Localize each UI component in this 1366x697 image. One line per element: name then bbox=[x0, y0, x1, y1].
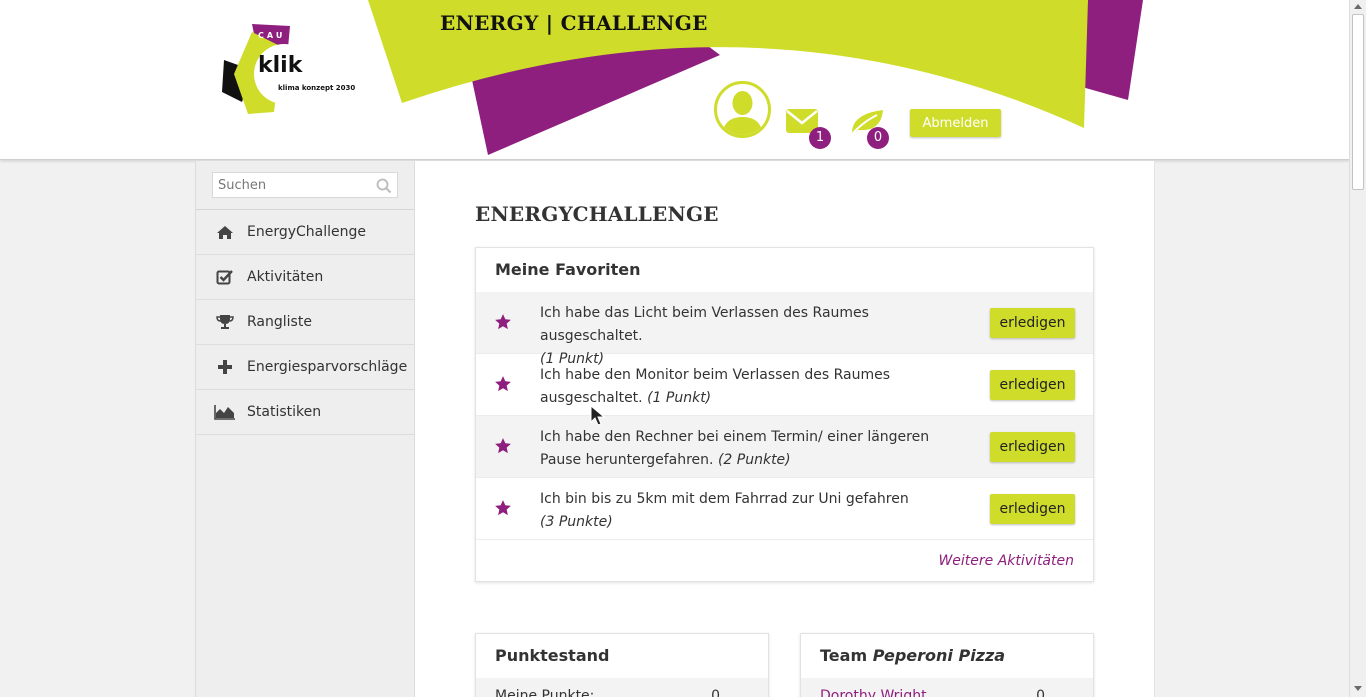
team-name: Peperoni Pizza bbox=[872, 646, 1006, 665]
logo-cau-text: CAU bbox=[258, 31, 286, 40]
trophy-icon bbox=[214, 313, 236, 331]
user-silhouette-icon bbox=[722, 91, 763, 135]
favorites-list: Ich habe das Licht beim Verlassen des Ra… bbox=[476, 292, 1093, 540]
site-header: CAU klik klima konzept 2030 ENERGY | CHA… bbox=[0, 0, 1350, 160]
scroll-down-arrow-icon[interactable] bbox=[1354, 686, 1362, 691]
team-title: Team Peperoni Pizza bbox=[820, 646, 1005, 665]
page-scrollbar[interactable] bbox=[1349, 0, 1366, 697]
star-icon[interactable] bbox=[494, 313, 512, 331]
complete-button[interactable]: erledigen bbox=[990, 308, 1075, 338]
favorite-text: Ich habe den Monitor beim Verlassen des … bbox=[540, 364, 970, 410]
user-avatar[interactable] bbox=[714, 81, 771, 138]
sidebar-item-label: Statistiken bbox=[247, 404, 322, 420]
logo-name: klik bbox=[258, 53, 303, 78]
search-input[interactable] bbox=[213, 173, 373, 197]
favorite-points: (3 Punkte) bbox=[540, 514, 613, 530]
star-icon[interactable] bbox=[494, 437, 512, 455]
team-card: Team Peperoni Pizza Dorothy Wright 0 bbox=[800, 633, 1094, 697]
sidebar-item-aktivitaeten[interactable]: Aktivitäten bbox=[196, 255, 414, 300]
sidebar-nav: EnergyChallenge Aktivitäten Rangliste En… bbox=[196, 210, 414, 435]
leaves-count-badge: 0 bbox=[867, 127, 889, 149]
favorite-text: Ich bin bis zu 5km mit dem Fahrrad zur U… bbox=[540, 488, 970, 534]
points-row: Meine Punkte: 0 bbox=[476, 678, 768, 697]
search-icon[interactable] bbox=[376, 178, 392, 194]
points-card: Punktestand Meine Punkte: 0 bbox=[475, 633, 769, 697]
search-box bbox=[212, 172, 398, 198]
complete-button[interactable]: erledigen bbox=[990, 432, 1075, 462]
sidebar-item-statistiken[interactable]: Statistiken bbox=[196, 390, 414, 435]
sidebar: EnergyChallenge Aktivitäten Rangliste En… bbox=[195, 161, 415, 697]
favorite-points: (2 Punkte) bbox=[717, 452, 791, 468]
messages-count-badge: 1 bbox=[809, 127, 831, 149]
sidebar-item-label: Rangliste bbox=[247, 314, 312, 330]
favorites-title: Meine Favoriten bbox=[495, 260, 641, 279]
team-member-link[interactable]: Dorothy Wright bbox=[820, 688, 927, 697]
favorite-item: Ich habe das Licht beim Verlassen des Ra… bbox=[476, 292, 1093, 367]
points-value: 0 bbox=[711, 688, 720, 697]
sidebar-item-rangliste[interactable]: Rangliste bbox=[196, 300, 414, 345]
favorite-description: Ich habe den Monitor beim Verlassen des … bbox=[540, 367, 891, 406]
main-content: ENERGYCHALLENGE Meine Favoriten Ich habe… bbox=[415, 161, 1155, 697]
logout-button[interactable]: Abmelden bbox=[910, 109, 1001, 137]
sidebar-item-energychallenge[interactable]: EnergyChallenge bbox=[196, 210, 414, 255]
complete-button[interactable]: erledigen bbox=[990, 494, 1075, 524]
mouse-pointer-icon bbox=[590, 405, 606, 426]
brand-title: ENERGY | CHALLENGE bbox=[440, 11, 708, 35]
team-member-points: 0 bbox=[1036, 688, 1045, 697]
favorite-points: (1 Punkt) bbox=[647, 390, 712, 406]
page-title: ENERGYCHALLENGE bbox=[475, 202, 719, 226]
star-icon[interactable] bbox=[494, 375, 512, 393]
home-icon bbox=[214, 223, 236, 241]
team-member-row: Dorothy Wright 0 bbox=[801, 678, 1093, 697]
favorite-item: Ich habe den Monitor beim Verlassen des … bbox=[476, 354, 1093, 416]
area-chart-icon bbox=[214, 403, 236, 421]
points-title: Punktestand bbox=[495, 646, 610, 665]
logo-tagline: klima konzept 2030 bbox=[278, 84, 356, 92]
scroll-up-arrow-icon[interactable] bbox=[1354, 4, 1362, 9]
favorite-text: Ich habe den Rechner bei einem Termin/ e… bbox=[540, 426, 970, 472]
favorites-card: Meine Favoriten Ich habe das Licht beim … bbox=[475, 247, 1094, 582]
complete-button[interactable]: erledigen bbox=[990, 370, 1075, 400]
more-activities-link[interactable]: Weitere Aktivitäten bbox=[938, 553, 1074, 569]
team-title-prefix: Team bbox=[820, 646, 868, 665]
favorite-item: Ich bin bis zu 5km mit dem Fahrrad zur U… bbox=[476, 478, 1093, 540]
star-icon[interactable] bbox=[494, 499, 512, 517]
favorite-description: Ich bin bis zu 5km mit dem Fahrrad zur U… bbox=[540, 491, 909, 507]
scrollbar-thumb[interactable] bbox=[1352, 14, 1364, 190]
sidebar-item-energiesparvorschlaege[interactable]: Energiesparvorschläge bbox=[196, 345, 414, 390]
checkbox-icon bbox=[214, 268, 236, 286]
sidebar-item-label: EnergyChallenge bbox=[247, 224, 367, 240]
sidebar-item-label: Aktivitäten bbox=[247, 269, 324, 285]
favorite-description: Ich habe das Licht beim Verlassen des Ra… bbox=[540, 305, 869, 344]
sidebar-item-label: Energiesparvorschläge bbox=[247, 359, 408, 375]
plus-icon bbox=[214, 358, 236, 376]
favorite-item: Ich habe den Rechner bei einem Termin/ e… bbox=[476, 416, 1093, 478]
points-label: Meine Punkte: bbox=[495, 688, 595, 697]
